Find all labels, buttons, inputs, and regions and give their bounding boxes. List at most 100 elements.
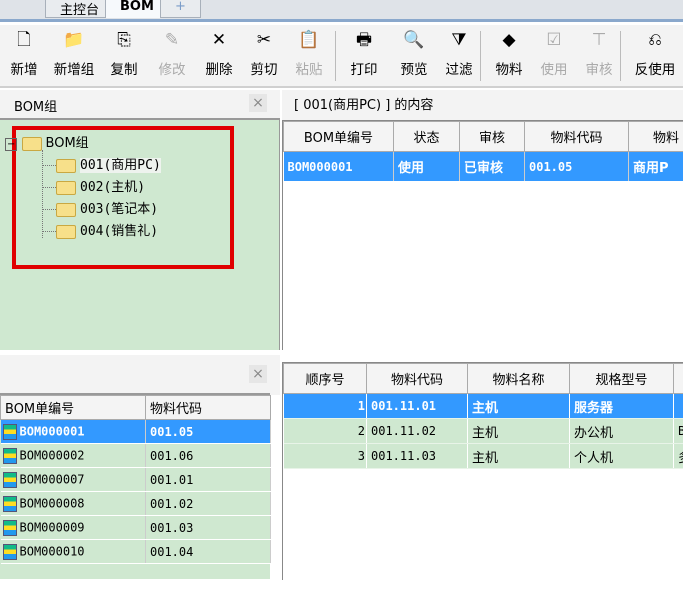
cell-text: 使用 [398, 161, 425, 176]
table-cell: 服务器 [569, 393, 674, 419]
toolbar-label: 过滤 [445, 62, 473, 78]
toolbar-label: 新增 [10, 62, 38, 78]
cell-text: BOM000010 [19, 544, 85, 558]
toolbar-button-0[interactable]: 🗋 新增 [0, 25, 48, 85]
toolbar-button-2[interactable]: ⎘ 复制 [100, 25, 148, 85]
preview-icon: 🔍 [403, 30, 425, 50]
tree-label: BOM组 [45, 136, 89, 151]
tree-root[interactable]: − BOM组 [5, 132, 89, 151]
cell-text: 办公机 [574, 425, 614, 441]
toolbar-label: 新增组 [53, 62, 95, 78]
column-header[interactable]: 物料名称 [467, 363, 570, 394]
column-header[interactable]: BOM单编号 [283, 121, 394, 152]
table-row[interactable]: 3 001.11.03 主机 个人机 多 [283, 443, 683, 469]
toolbar-label: 删除 [205, 62, 233, 78]
toolbar-button-10[interactable]: ◆ 物料 [485, 25, 533, 85]
bom-document-icon [2, 519, 17, 536]
table-cell: 1 [283, 393, 367, 419]
table-row[interactable]: 1 001.11.01 主机 服务器 [283, 393, 683, 419]
cell-text: 001.01 [150, 472, 194, 487]
toolbar-separator [620, 31, 621, 81]
cell-text: 个人机 [574, 450, 614, 466]
bom-document-icon [2, 423, 17, 440]
toolbar-label: 预览 [400, 62, 428, 78]
toolbar-button-13[interactable]: ⎌ 反使用 [625, 25, 683, 85]
tab-console[interactable]: 主控台 [45, 0, 115, 18]
column-header[interactable]: 顺序号 [283, 363, 367, 394]
table-cell: 主机 [467, 418, 570, 444]
table-cell: 001.11.02 [366, 418, 468, 444]
material-icon: ◆ [502, 30, 516, 50]
toolbar-button-3[interactable]: ✎ 修改 [148, 25, 196, 85]
cell-text: B [678, 424, 683, 438]
cell-text: 主机 [472, 425, 499, 441]
toolbar-button-9[interactable]: ⧩ 过滤 [435, 25, 483, 85]
table-cell: BOM000002 [0, 443, 146, 468]
table-cell: BOM000010 [0, 539, 146, 564]
folder-icon [56, 224, 76, 239]
close-icon[interactable]: × [249, 365, 267, 383]
column-header[interactable]: 状态 [393, 121, 460, 152]
audit-icon: ⊤ [591, 30, 607, 50]
tree-item[interactable]: 004(销售礼) [42, 220, 158, 239]
toolbar-button-7[interactable]: 🖶 打印 [340, 25, 388, 85]
bom-group-tree: − BOM组 001(商用PC) 002(主机) 003(笔记本) 004(销售礼) [0, 118, 280, 350]
plus-icon: + [175, 0, 186, 14]
tree-item[interactable]: 003(笔记本) [42, 198, 158, 217]
tree-item[interactable]: 001(商用PC) [42, 154, 161, 173]
toolbar-button-11[interactable]: ☑ 使用 [530, 25, 578, 85]
toolbar-button-4[interactable]: ✕ 删除 [195, 25, 243, 85]
column-header[interactable]: 物料 [628, 121, 683, 152]
table-row[interactable]: BOM000002 001.06 [0, 443, 271, 468]
tree-item[interactable]: 002(主机) [42, 176, 145, 195]
unuse-icon: ⎌ [648, 30, 662, 50]
bom-document-icon [2, 447, 17, 464]
column-header[interactable]: BOM单编号 [0, 395, 146, 420]
toolbar-label: 使用 [540, 62, 568, 78]
column-header[interactable]: 规格型号 [569, 363, 674, 394]
header-row: BOM单编号 物料代码 [0, 395, 271, 420]
toolbar-label: 打印 [350, 62, 378, 78]
table-row[interactable]: BOM000001 使用 已审核 001.05 商用P [283, 151, 683, 182]
toolbar-button-12[interactable]: ⊤ 审核 [575, 25, 623, 85]
cell-text: 已审核 [464, 161, 504, 176]
toolbar-separator [480, 31, 481, 81]
column-header[interactable]: 物料代码 [524, 121, 629, 152]
toolbar-button-1[interactable]: 📁 新增组 [50, 25, 98, 85]
toolbar-label: 审核 [585, 62, 613, 78]
tree-label: 002(主机) [80, 180, 146, 195]
toolbar-button-8[interactable]: 🔍 预览 [390, 25, 438, 85]
table-row[interactable]: BOM000007 001.01 [0, 467, 271, 492]
table-cell [673, 393, 683, 419]
cell-text: 001.04 [150, 544, 194, 559]
table-cell: BOM000001 [283, 151, 394, 182]
toolbar-label: 复制 [110, 62, 138, 78]
toolbar-button-5[interactable]: ✂ 剪切 [240, 25, 288, 85]
bom-list-panel-header: × [0, 355, 280, 395]
table-cell: BOM000001 [0, 419, 146, 444]
edit-icon: ✎ [164, 30, 180, 50]
paste-icon: 📋 [298, 30, 320, 50]
table-row[interactable]: BOM000010 001.04 [0, 539, 271, 564]
table-row[interactable]: BOM000001 001.05 [0, 419, 271, 444]
table-row[interactable]: BOM000008 001.02 [0, 491, 271, 516]
table-cell: BOM000008 [0, 491, 146, 516]
folder-icon [56, 202, 76, 217]
table-cell: 001.05 [145, 419, 271, 444]
collapse-icon[interactable]: − [5, 138, 18, 151]
toolbar-button-6[interactable]: 📋 粘贴 [285, 25, 333, 85]
cell-text: 001.11.02 [371, 424, 437, 438]
add-tab-button[interactable]: + [160, 0, 201, 18]
cell-text: BOM000001 [19, 424, 85, 438]
table-row[interactable]: BOM000009 001.03 [0, 515, 271, 540]
bom-document-icon [2, 495, 17, 512]
column-header[interactable]: 物料代码 [145, 395, 271, 420]
column-header[interactable] [673, 363, 683, 394]
cut-icon: ✂ [256, 30, 272, 50]
column-header[interactable]: 物料代码 [366, 363, 468, 394]
close-icon[interactable]: × [249, 94, 267, 112]
column-header[interactable]: 审核 [459, 121, 525, 152]
cell-text: 001.06 [150, 448, 194, 463]
cell-text: 多 [678, 451, 683, 466]
table-row[interactable]: 2 001.11.02 主机 办公机 B [283, 418, 683, 444]
